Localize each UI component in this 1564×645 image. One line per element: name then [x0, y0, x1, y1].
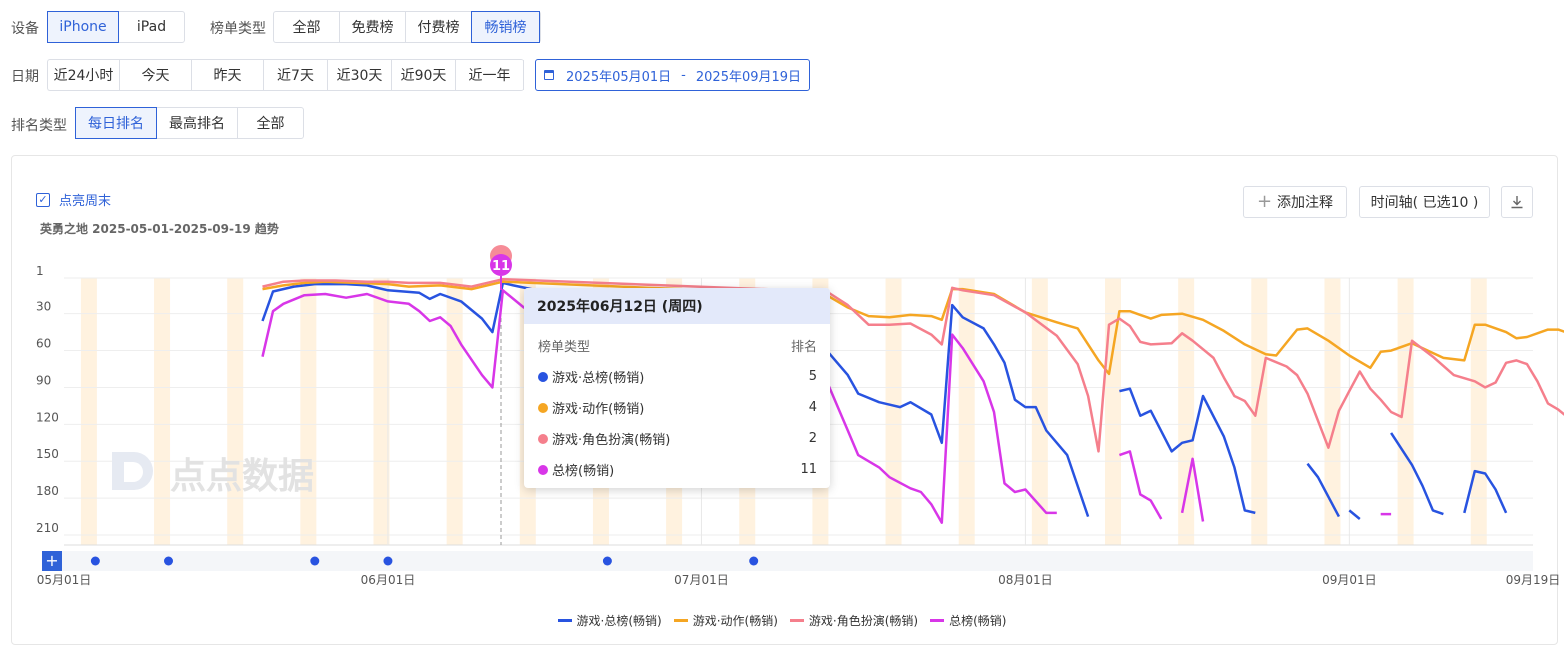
rank-type-daily[interactable]: 每日排名	[75, 107, 157, 139]
list-type-label: 榜单类型	[210, 18, 266, 38]
date-30d[interactable]: 近30天	[328, 60, 392, 90]
tooltip-series-name: 游戏·总榜(畅销)	[552, 367, 644, 386]
tooltip-header: 榜单类型 排名	[538, 336, 817, 355]
plus-icon: +	[1257, 193, 1272, 211]
list-type-all[interactable]: 全部	[274, 12, 340, 42]
tooltip-row: 游戏·角色扮演(畅销) 2	[538, 429, 817, 448]
date-label: 日期	[11, 66, 39, 86]
device-selector: iPhone iPad	[47, 11, 185, 43]
chart-legend: 游戏·总榜(畅销) 游戏·动作(畅销) 游戏·角色扮演(畅销) 总榜(畅销)	[0, 612, 1564, 629]
list-type-free[interactable]: 免费榜	[340, 12, 406, 42]
rank-type-selector: 每日排名 最高排名 全部	[75, 107, 304, 139]
tooltip-rank-value: 5	[809, 369, 817, 384]
legend-item[interactable]: 游戏·总榜(畅销)	[558, 612, 662, 629]
tooltip-date: 2025年06月12日 (周四)	[524, 288, 830, 324]
legend-swatch	[674, 619, 688, 622]
date-selector: 近24小时 今天 昨天 近7天 近30天 近90天 近一年	[47, 59, 524, 91]
device-option-iphone[interactable]: iPhone	[47, 11, 119, 43]
legend-item[interactable]: 游戏·动作(畅销)	[674, 612, 778, 629]
device-label: 设备	[11, 18, 39, 38]
tooltip-row: 总榜(畅销) 11	[538, 460, 817, 479]
add-note-label: 添加注释	[1277, 192, 1333, 212]
date-24h[interactable]: 近24小时	[48, 60, 120, 90]
rank-type-highest[interactable]: 最高排名	[157, 108, 238, 138]
legend-label: 游戏·角色扮演(畅销)	[809, 612, 918, 629]
checkbox-checked-icon: ✓	[36, 193, 50, 207]
date-1y[interactable]: 近一年	[456, 60, 524, 90]
legend-label: 游戏·动作(畅销)	[693, 612, 778, 629]
download-button[interactable]	[1501, 186, 1533, 218]
legend-item[interactable]: 游戏·角色扮演(畅销)	[790, 612, 918, 629]
date-range-end: 2025年09月19日	[696, 66, 801, 85]
tooltip-row: 游戏·总榜(畅销) 5	[538, 367, 817, 386]
date-range-separator: -	[681, 68, 686, 83]
tooltip-series-name: 游戏·动作(畅销)	[552, 398, 644, 417]
series-dot	[538, 403, 548, 413]
tooltip-series-name: 游戏·角色扮演(畅销)	[552, 429, 670, 448]
tooltip-rank-value: 2	[809, 431, 817, 446]
highlight-weekend-checkbox[interactable]: ✓ 点亮周末	[36, 190, 111, 209]
device-option-ipad[interactable]: iPad	[119, 12, 184, 42]
legend-swatch	[930, 619, 944, 622]
date-7d[interactable]: 近7天	[264, 60, 328, 90]
series-dot	[538, 434, 548, 444]
rank-type-all[interactable]: 全部	[238, 108, 303, 138]
date-range-start: 2025年05月01日	[566, 66, 671, 85]
highlight-weekend-label: 点亮周末	[59, 190, 111, 209]
list-type-paid[interactable]: 付费榜	[406, 12, 472, 42]
list-type-grossing[interactable]: 畅销榜	[471, 11, 540, 43]
calendar-icon	[544, 70, 554, 80]
date-90d[interactable]: 近90天	[392, 60, 456, 90]
add-note-button[interactable]: + 添加注释	[1243, 186, 1347, 218]
timeline-label: 时间轴( 已选10 )	[1371, 192, 1479, 212]
series-dot	[538, 465, 548, 475]
tooltip-header-rank: 排名	[791, 336, 817, 355]
date-yesterday[interactable]: 昨天	[192, 60, 264, 90]
tooltip-rank-value: 4	[809, 400, 817, 415]
legend-item[interactable]: 总榜(畅销)	[930, 612, 1006, 629]
tooltip-series-name: 总榜(畅销)	[552, 460, 614, 479]
legend-label: 总榜(畅销)	[949, 612, 1006, 629]
download-icon	[1510, 195, 1524, 209]
tooltip-header-type: 榜单类型	[538, 336, 590, 355]
tooltip-row: 游戏·动作(畅销) 4	[538, 398, 817, 417]
legend-swatch	[790, 619, 804, 622]
tooltip-rank-value: 11	[800, 462, 817, 477]
legend-label: 游戏·总榜(畅销)	[577, 612, 662, 629]
legend-swatch	[558, 619, 572, 622]
chart-subtitle: 英勇之地 2025-05-01-2025-09-19 趋势	[40, 220, 279, 237]
rank-type-label: 排名类型	[11, 115, 67, 135]
chart-tooltip: 2025年06月12日 (周四) 榜单类型 排名 游戏·总榜(畅销) 5 游戏·动作…	[524, 288, 830, 488]
timeline-button[interactable]: 时间轴( 已选10 )	[1359, 186, 1490, 218]
date-today[interactable]: 今天	[120, 60, 192, 90]
date-range-picker[interactable]: 2025年05月01日 - 2025年09月19日	[535, 59, 810, 91]
list-type-selector: 全部 免费榜 付费榜 畅销榜	[273, 11, 541, 43]
series-dot	[538, 372, 548, 382]
